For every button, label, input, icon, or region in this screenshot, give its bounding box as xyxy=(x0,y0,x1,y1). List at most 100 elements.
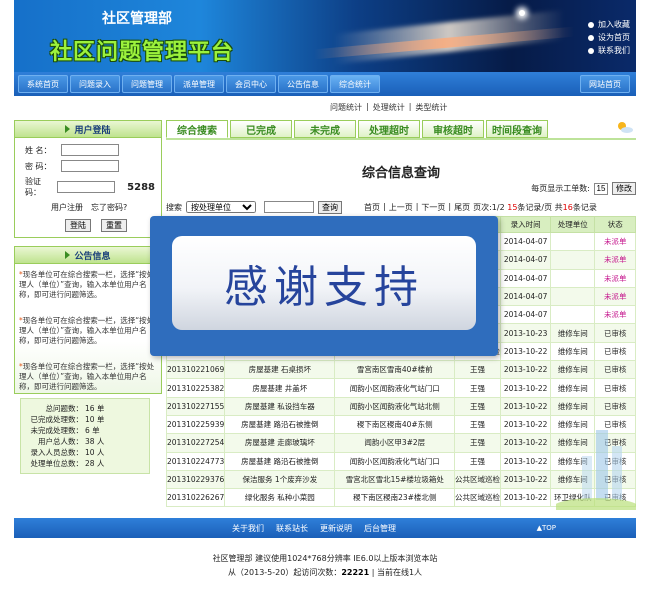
main-nav: 系统首页 问题录入 问题管理 派单管理 会员中心 公告信息 综合统计 网站首页 xyxy=(14,72,636,96)
page-title: 综合信息查询 xyxy=(361,166,440,181)
header-links: 加入收藏 设为首页 联系我们 xyxy=(588,18,630,57)
table-row[interactable]: 201310226267 绿化服务 私种小菜园 稷下南区稷南23#楼北侧 公共区域巡检… xyxy=(165,488,636,508)
nav-announcements[interactable]: 公告信息 xyxy=(278,75,328,93)
footer-about[interactable]: 关于我们 xyxy=(232,523,264,534)
login-button[interactable]: 登陆 xyxy=(65,219,91,232)
bookmark-link[interactable]: 加入收藏 xyxy=(588,18,630,31)
weather-icon xyxy=(618,122,633,133)
subnav-type-stats[interactable]: 类型统计 xyxy=(415,102,447,113)
pager-info: 页次:1/2 15条记录/页 共16条记录 xyxy=(473,202,597,212)
pager-prev[interactable]: 上一页 xyxy=(389,202,413,213)
status-badge: 已审核 xyxy=(594,323,636,343)
search-input[interactable] xyxy=(264,201,314,213)
per-page-control: 每页显示工单数: 修改 xyxy=(531,182,636,195)
notice-item[interactable]: *现各单位可在综合搜索一栏，选择“按处理人（单位）”查询，输入本单位用户名称，即… xyxy=(19,316,157,346)
status-badge: 已审核 xyxy=(594,396,636,416)
pager-next[interactable]: 下一页 xyxy=(421,202,445,213)
status-badge: 未派单 xyxy=(594,250,636,270)
search-toolbar: 搜索 按处理单位 查询 首页 | 上一页 | 下一页 | 尾页 页次:1/2 15条记… xyxy=(166,200,636,214)
tab-time-range[interactable]: 时间段查询 xyxy=(486,120,548,138)
tab-bar: 综合搜索 已完成 未完成 处理超时 审核超时 时间段查询 xyxy=(166,120,636,140)
bullet-icon xyxy=(588,21,594,28)
visit-count: 22221 xyxy=(341,568,370,577)
status-badge: 已审核 xyxy=(594,488,636,508)
search-type-select[interactable]: 按处理单位 xyxy=(186,201,256,213)
status-badge: 已审核 xyxy=(594,414,636,435)
status-badge: 未派单 xyxy=(594,231,636,252)
footer-changelog[interactable]: 更新说明 xyxy=(320,523,352,534)
nav-dispatch[interactable]: 派单管理 xyxy=(174,75,224,93)
nav-home[interactable]: 系统首页 xyxy=(18,75,68,93)
password-input[interactable] xyxy=(61,160,119,172)
bullet-icon xyxy=(588,34,594,41)
forgot-password-link[interactable]: 忘了密码? xyxy=(91,202,127,213)
back-to-top[interactable]: ▲TOP xyxy=(537,524,556,532)
status-badge: 未派单 xyxy=(594,305,636,325)
notice-list: *现各单位可在综合搜索一栏，选择“按处理人（单位）”查询，输入本单位用户名称，即… xyxy=(14,264,162,394)
stats-panel: 总问题数： 16 单 已完成处理数： 10 单 未完成处理数： 6 单 用户总人数： 3… xyxy=(20,398,150,474)
thanks-banner: 感谢支持 xyxy=(150,216,498,356)
captcha-input[interactable] xyxy=(57,181,116,193)
status-badge: 已审核 xyxy=(594,360,636,380)
street-lamp xyxy=(519,10,525,16)
nav-statistics[interactable]: 综合统计 xyxy=(330,75,380,93)
tab-completed[interactable]: 已完成 xyxy=(230,120,292,138)
notice-item[interactable]: *现各单位可在综合搜索一栏，选择“按处理人（单位）”查询，输入本单位用户名称，即… xyxy=(19,362,157,392)
per-page-input[interactable] xyxy=(594,182,608,195)
table-row[interactable]: 201310227254 房屋基建 走廊玻璃坏 闻韵小区甲3#2层 王强 2013-10… xyxy=(165,433,636,453)
captcha-code: 5288 xyxy=(127,181,155,193)
sub-nav: 问题统计 | 处理统计 | 类型统计 xyxy=(330,102,448,113)
footer-admin[interactable]: 后台管理 xyxy=(364,523,396,534)
tab-review-timeout[interactable]: 审核超时 xyxy=(422,120,484,138)
search-button[interactable]: 查询 xyxy=(318,200,342,214)
register-link[interactable]: 用户注册 xyxy=(51,202,83,213)
notice-item[interactable]: *现各单位可在综合搜索一栏，选择“按处理人（单位）”查询，输入本单位用户名称，即… xyxy=(19,270,157,300)
status-badge: 已审核 xyxy=(594,433,636,453)
table-row[interactable]: 201310225939 房屋基建 路沿石被推倒 稷下南区稷南40#东侧 王强 2013… xyxy=(165,414,636,435)
brand-title: 社区问题管理平台 xyxy=(50,40,235,65)
tab-uncompleted[interactable]: 未完成 xyxy=(294,120,356,138)
page-root: 社区管理部 社区问题管理平台 加入收藏 设为首页 联系我们 系统首页 问题录入 … xyxy=(0,0,650,596)
main-content: 综合搜索 已完成 未完成 处理超时 审核超时 时间段查询 综合信息查询 每页显示… xyxy=(165,120,636,510)
bullet-icon xyxy=(588,47,594,54)
nav-site-home[interactable]: 网站首页 xyxy=(580,75,630,93)
login-box: 姓 名： 密 码： 验证码： 5288 用户注册 忘了密码? 登陆 重置 xyxy=(14,138,162,238)
notice-section: 公告信息 *现各单位可在综合搜索一栏，选择“按处理人（单位）”查询，输入本单位用… xyxy=(14,246,162,394)
tab-process-timeout[interactable]: 处理超时 xyxy=(358,120,420,138)
table-row[interactable]: 201310221069 房屋基建 石桌损坏 雪宫南区雪南40#楼前 王强 2013-1… xyxy=(165,360,636,380)
nav-problem-manage[interactable]: 问题管理 xyxy=(122,75,172,93)
table-row[interactable]: 201310225382 房屋基建 井盖坏 闻韵小区闻韵液化气站门口 王强 2013-1… xyxy=(165,378,636,398)
per-page-modify-button[interactable]: 修改 xyxy=(612,182,636,195)
brand-small: 社区管理部 xyxy=(102,11,172,27)
status-badge: 未派单 xyxy=(594,286,636,307)
arrow-icon xyxy=(65,251,71,259)
status-badge: 已审核 xyxy=(594,378,636,398)
status-badge: 已审核 xyxy=(594,451,636,471)
username-input[interactable] xyxy=(61,144,119,156)
subnav-problem-stats[interactable]: 问题统计 xyxy=(330,102,362,113)
reset-button[interactable]: 重置 xyxy=(101,219,127,232)
subnav-process-stats[interactable]: 处理统计 xyxy=(373,102,405,113)
footer-contact[interactable]: 联系站长 xyxy=(276,523,308,534)
set-homepage-link[interactable]: 设为首页 xyxy=(588,31,630,44)
status-badge: 未派单 xyxy=(594,268,636,288)
table-row[interactable]: 201310229376 保洁服务 1个废弃沙发 雪宫北区雪北15#楼垃圾箱处 公共区… xyxy=(165,469,636,490)
login-title: 用户登陆 xyxy=(14,120,162,138)
site-header: 社区管理部 社区问题管理平台 加入收藏 设为首页 联系我们 xyxy=(14,0,636,72)
table-row[interactable]: 201310227155 房屋基建 私设挡车器 闻韵小区闻韵液化气站北侧 王强 2013… xyxy=(165,396,636,416)
arrow-icon xyxy=(65,125,71,133)
pager-first[interactable]: 首页 xyxy=(364,202,380,213)
pager-last[interactable]: 尾页 xyxy=(454,202,470,213)
left-column: 用户登陆 姓 名： 密 码： 验证码： 5288 用户注册 忘了密码? 登陆 重置… xyxy=(14,120,162,474)
nav-member-center[interactable]: 会员中心 xyxy=(226,75,276,93)
footer-bar: 关于我们 联系站长 更新说明 后台管理 ▲TOP xyxy=(14,518,636,538)
thanks-text: 感谢支持 xyxy=(224,262,424,313)
copyright: 社区管理部 建议使用1024*768分辨率 IE6.0以上版本浏览本站 从（20… xyxy=(212,554,438,577)
pager: 首页 | 上一页 | 下一页 | 尾页 页次:1/2 15条记录/页 共16条记录 xyxy=(364,201,597,213)
status-badge: 已审核 xyxy=(594,469,636,490)
contact-link[interactable]: 联系我们 xyxy=(588,44,630,57)
tab-combined-search[interactable]: 综合搜索 xyxy=(166,120,228,138)
nav-problem-entry[interactable]: 问题录入 xyxy=(70,75,120,93)
table-row[interactable]: 201310224773 房屋基建 路沿石被推倒 闻韵小区闻韵液化气站门口 王强 201… xyxy=(165,451,636,471)
status-badge: 已审核 xyxy=(594,341,636,362)
